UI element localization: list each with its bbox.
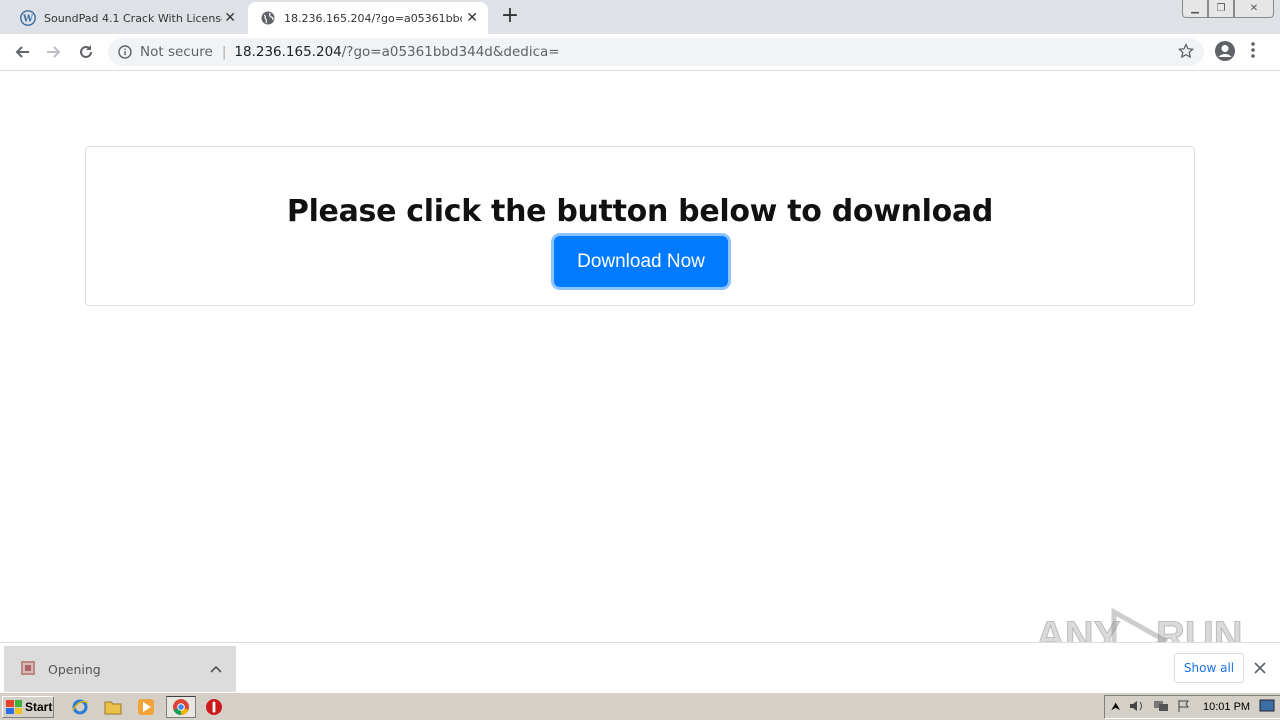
chrome-taskbar-button[interactable] (166, 696, 196, 718)
clock[interactable]: 10:01 PM (1203, 701, 1250, 713)
flag-icon[interactable] (1177, 698, 1191, 717)
forward-arrow-icon (47, 46, 61, 58)
back-button[interactable] (10, 40, 34, 64)
antivirus-icon[interactable] (204, 697, 224, 717)
download-shelf: Opening Show all (0, 642, 1280, 692)
reload-button[interactable] (74, 40, 98, 64)
tab-current[interactable]: 18.236.165.204/?go=a05361bbd34 ✕ (248, 2, 488, 34)
download-status: Opening (48, 661, 101, 677)
new-tab-button[interactable]: + (499, 5, 521, 27)
system-tray: ⮝ 10:01 PM (1104, 695, 1280, 719)
restore-button[interactable]: ❐ (1208, 0, 1234, 18)
close-window-button[interactable]: ✕ (1234, 0, 1274, 18)
media-player-icon[interactable] (136, 697, 156, 717)
globe-icon (260, 10, 276, 26)
start-button[interactable]: Start (2, 696, 54, 718)
download-item[interactable]: Opening (4, 646, 236, 692)
network-icon[interactable] (1153, 698, 1169, 717)
close-icon[interactable]: ✕ (224, 10, 236, 26)
browser-toolbar: Not secure | 18.236.165.204/?go=a05361bb… (0, 34, 1280, 71)
page-heading: Please click the button below to downloa… (286, 194, 994, 229)
download-now-button[interactable]: Download Now (554, 236, 728, 287)
volume-icon[interactable] (1129, 698, 1145, 717)
not-secure-label: Not secure (140, 44, 213, 60)
wordpress-icon: W (20, 10, 36, 26)
windows-logo-icon (6, 700, 22, 714)
chrome-icon (173, 699, 189, 716)
info-icon (118, 45, 132, 59)
tab-label: 18.236.165.204/?go=a05361bbd34 (284, 11, 462, 25)
download-card: Please click the button below to downloa… (85, 146, 1195, 306)
show-desktop-icon[interactable] (1259, 698, 1275, 717)
bookmark-star-icon[interactable] (1177, 42, 1195, 63)
security-indicator[interactable]: Not secure | (108, 44, 234, 60)
close-icon[interactable]: ✕ (466, 10, 478, 26)
chevron-up-icon[interactable] (210, 661, 222, 676)
svg-text:W: W (22, 15, 34, 25)
show-all-button[interactable]: Show all (1174, 653, 1244, 683)
window-controls: ▁ ❐ ✕ (1182, 0, 1274, 18)
file-icon (20, 660, 36, 679)
tray-expand-icon[interactable]: ⮝ (1111, 700, 1120, 714)
close-icon[interactable] (1254, 659, 1266, 678)
forward-button[interactable] (42, 40, 66, 64)
tab-soundpad[interactable]: W SoundPad 4.1 Crack With License Ke ✕ (8, 2, 246, 34)
internet-explorer-icon[interactable] (70, 697, 90, 717)
minimize-button[interactable]: ▁ (1182, 0, 1208, 18)
taskbar: Start ⮝ 10:01 PM (0, 692, 1280, 720)
tab-label: SoundPad 4.1 Crack With License Ke (44, 11, 222, 25)
folder-icon[interactable] (103, 697, 123, 717)
tab-strip: W SoundPad 4.1 Crack With License Ke ✕ 1… (0, 0, 1280, 34)
menu-icon[interactable] (1250, 40, 1256, 64)
account-icon[interactable] (1214, 40, 1236, 66)
back-arrow-icon (15, 46, 29, 58)
address-bar[interactable]: Not secure | 18.236.165.204/?go=a05361bb… (108, 38, 1204, 66)
reload-icon (80, 45, 92, 58)
url-text[interactable]: 18.236.165.204/?go=a05361bbd344d&dedica= (234, 44, 559, 60)
